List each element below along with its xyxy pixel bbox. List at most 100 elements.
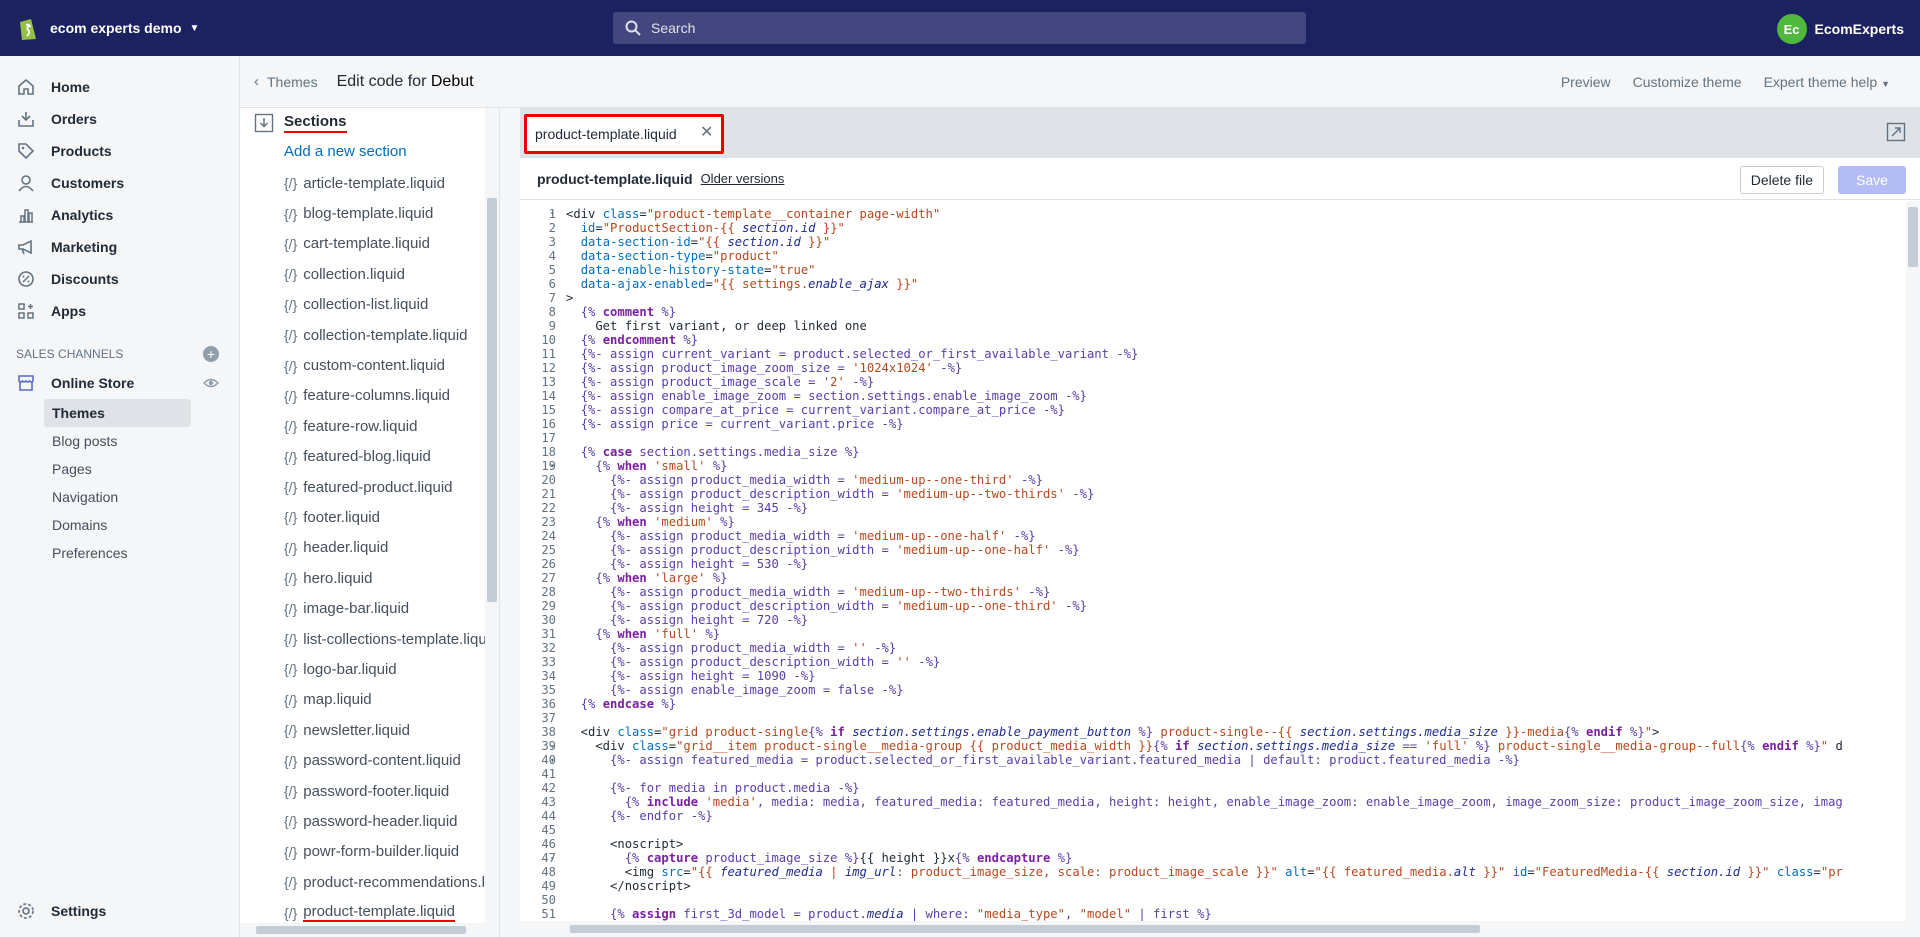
scrollbar-thumb[interactable] [1908,207,1918,267]
expand-icon[interactable] [1886,122,1906,142]
bar-chart-icon [19,209,33,223]
file-item[interactable]: {/} logo-bar.liquid [284,654,499,684]
sub-item-navigation[interactable]: Navigation [44,483,191,511]
sub-item-domains[interactable]: Domains [44,511,191,539]
nav-item-analytics[interactable]: Analytics [0,199,239,231]
customize-theme-link[interactable]: Customize theme [1633,74,1742,90]
file-name: product-template.liquid [537,170,693,187]
nav-item-discounts[interactable]: Discounts [0,263,239,295]
search-input[interactable] [651,20,1251,36]
file-item[interactable]: {/} newsletter.liquid [284,715,499,745]
file-item[interactable]: {/} article-template.liquid [284,168,499,198]
liquid-file-icon: {/} [284,418,298,435]
title-prefix: Edit code for [336,72,431,90]
nav-item-customers[interactable]: Customers [0,167,239,199]
file-item[interactable]: {/} password-footer.liquid [284,776,499,806]
file-name: powr-form-builder.liquid [303,843,460,861]
expert-theme-help-link[interactable]: Expert theme help ▼ [1764,74,1890,90]
file-item[interactable]: {/} list-collections-template.liquid [284,624,499,654]
add-channel-icon[interactable]: + [203,346,219,362]
nav-label: Analytics [51,207,114,223]
user-name[interactable]: EcomExperts [1815,21,1904,37]
file-list-hscrollbar[interactable] [240,923,499,937]
file-item[interactable]: {/} collection-template.liquid [284,320,499,350]
liquid-file-icon: {/} [284,387,298,404]
nav-item-products[interactable]: Products [0,135,239,167]
file-name: newsletter.liquid [303,721,410,739]
nav-label: Customers [51,175,125,191]
file-item[interactable]: {/} footer.liquid [284,502,499,532]
file-item[interactable]: {/} hero.liquid [284,563,499,593]
nav-item-apps[interactable]: Apps [0,295,239,327]
preview-link[interactable]: Preview [1561,74,1611,90]
tab-product-template[interactable]: product-template.liquid [524,114,724,154]
file-item[interactable]: {/} feature-row.liquid [284,411,499,441]
file-item[interactable]: {/} featured-product.liquid [284,472,499,502]
file-item[interactable]: {/} feature-columns.liquid [284,381,499,411]
sub-item-pages[interactable]: Pages [44,455,191,483]
file-list-scrollbar[interactable] [485,108,499,937]
shopify-logo-icon[interactable] [16,14,40,42]
file-item[interactable]: {/} image-bar.liquid [284,593,499,623]
file-item[interactable]: {/} blog-template.liquid [284,198,499,228]
back-to-themes-link[interactable]: ‹ Themes [254,73,318,90]
scrollbar-thumb[interactable] [256,926,466,934]
settings-label: Settings [51,903,107,919]
file-name: blog-template.liquid [303,205,434,223]
liquid-file-icon: {/} [284,691,298,708]
user-menu[interactable]: Ec EcomExperts [1776,14,1904,44]
tag-icon [18,143,35,160]
file-name: collection.liquid [303,265,405,283]
file-item[interactable]: {/} header.liquid [284,533,499,563]
code-area[interactable]: 1 2 3 4 5 6 7 8 9 10 11 12 13 14 15 16 17 18 19 20 21 22 23 24 2… [520,201,1920,921]
file-item[interactable]: {/} collection-list.liquid [284,290,499,320]
eye-icon[interactable] [203,375,219,391]
file-item[interactable]: {/} featured-blog.liquid [284,442,499,472]
close-icon[interactable]: ✕ [700,122,713,142]
save-button[interactable]: Save [1838,166,1906,194]
nav-item-marketing[interactable]: Marketing [0,231,239,263]
nav-item-orders[interactable]: Orders [0,103,239,135]
liquid-file-icon: {/} [284,843,298,860]
file-name: article-template.liquid [303,174,445,192]
chevron-down-icon[interactable]: ▼ [190,23,200,34]
sub-item-themes[interactable]: Themes [44,399,191,427]
file-name: password-content.liquid [303,752,461,770]
file-item[interactable]: {/} map.liquid [284,685,499,715]
apps-icon [18,303,34,319]
delete-file-button[interactable]: Delete file [1739,166,1824,194]
search-bar[interactable] [613,12,1306,44]
liquid-file-icon: {/} [284,813,298,830]
fold-markers: ▾ ▾ ▾ ▾ ▾ [550,209,555,863]
sales-channels-label: SALES CHANNELS [16,347,124,361]
file-item[interactable]: {/} cart-template.liquid [284,229,499,259]
code-hscrollbar[interactable] [520,921,1920,937]
nav-label: Apps [51,303,86,319]
nav-item-settings[interactable]: Settings [0,895,240,927]
file-name: list-collections-template.liquid [303,630,499,648]
page-title: Edit code for Debut [337,73,474,91]
avatar[interactable]: Ec [1776,14,1807,44]
file-item[interactable]: {/} collection.liquid [284,259,499,289]
file-name: collection-template.liquid [303,326,468,344]
orders-icon [18,112,34,127]
code-vscrollbar[interactable] [1906,201,1920,921]
add-section-link[interactable]: Add a new section [284,143,499,165]
file-list-panel: Sections Add a new section {/} article-te… [240,108,500,937]
scrollbar-thumb[interactable] [487,198,497,602]
nav-item-online-store[interactable]: Online Store [0,367,239,399]
file-item[interactable]: {/} custom-content.liquid [284,350,499,380]
file-item[interactable]: {/} product-recommendations.liquid [284,867,499,897]
file-item[interactable]: {/} password-content.liquid [284,745,499,775]
file-item[interactable]: {/} password-header.liquid [284,806,499,836]
nav-item-home[interactable]: Home [0,71,239,103]
sub-item-blog-posts[interactable]: Blog posts [44,427,191,455]
older-versions-link[interactable]: Older versions [701,171,785,186]
scrollbar-thumb[interactable] [570,925,1480,933]
sections-folder[interactable]: Sections [254,112,499,134]
sub-item-preferences[interactable]: Preferences [44,539,191,567]
store-name[interactable]: ecom experts demo [50,20,182,36]
code-lines[interactable]: <div class="product-template__container … [566,207,1843,921]
store-icon [18,375,34,391]
file-item[interactable]: {/} powr-form-builder.liquid [284,837,499,867]
